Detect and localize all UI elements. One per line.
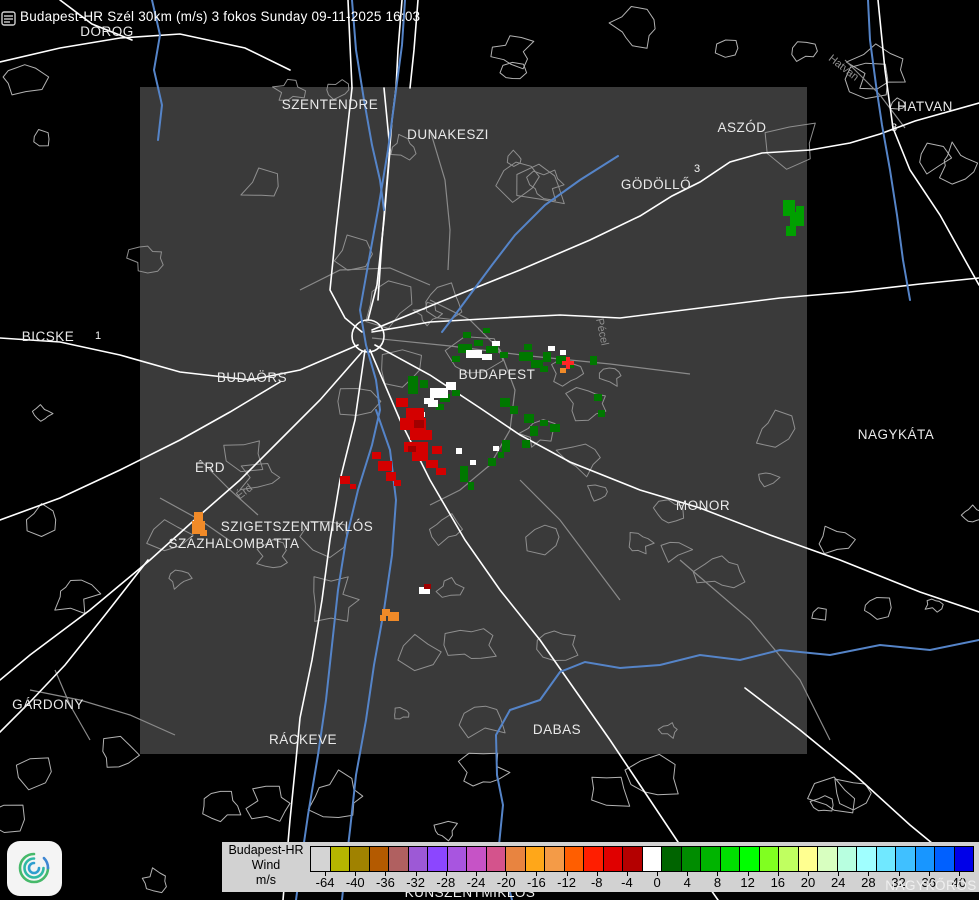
city-label: NAGYKÁTA bbox=[858, 427, 935, 442]
colorbar-bin bbox=[721, 847, 741, 871]
tick-label: 24 bbox=[831, 875, 845, 890]
colorbar-bin bbox=[526, 847, 546, 871]
city-label: SZIGETSZENTMIKLÓS bbox=[221, 519, 374, 534]
tick-label: -36 bbox=[376, 875, 395, 890]
colorbar-bin bbox=[428, 847, 448, 871]
legend-product: Budapest-HR bbox=[226, 843, 306, 858]
legend-unit: m/s bbox=[226, 873, 306, 888]
weather-app-logo[interactable] bbox=[7, 841, 62, 896]
colorbar-bin bbox=[584, 847, 604, 871]
tick-label: -20 bbox=[497, 875, 516, 890]
wind-colorbar bbox=[310, 846, 974, 872]
tick-label: -40 bbox=[346, 875, 365, 890]
colorbar-bin bbox=[623, 847, 643, 871]
tick-label: 4 bbox=[684, 875, 691, 890]
colorbar-bin bbox=[662, 847, 682, 871]
colorbar-bin bbox=[370, 847, 390, 871]
colorbar-bin bbox=[389, 847, 409, 871]
tick-label: -32 bbox=[406, 875, 425, 890]
city-label: SZÁZHALOMBATTA bbox=[168, 536, 299, 551]
colorbar-bin bbox=[955, 847, 974, 871]
tick-label: 20 bbox=[801, 875, 815, 890]
wind-legend: Budapest-HR Wind m/s -64-40-36-32-28-24-… bbox=[222, 842, 979, 892]
colorbar-bin bbox=[467, 847, 487, 871]
tick-label: 12 bbox=[740, 875, 754, 890]
city-label: BUDAÖRS bbox=[217, 370, 287, 385]
tick-label: 8 bbox=[714, 875, 721, 890]
colorbar-bin bbox=[760, 847, 780, 871]
colorbar-bin bbox=[350, 847, 370, 871]
tick-label: -4 bbox=[621, 875, 633, 890]
colorbar-bin bbox=[818, 847, 838, 871]
colorbar-bin bbox=[935, 847, 955, 871]
swirl-icon bbox=[7, 841, 62, 896]
city-label: DOROG bbox=[80, 24, 134, 39]
colorbar-bin bbox=[916, 847, 936, 871]
radar-map[interactable]: DOROG SZENTENDRE DUNAKESZI ASZÓD HATVAN GÖDÖL… bbox=[0, 0, 979, 900]
colorbar-bin bbox=[682, 847, 702, 871]
city-label: HATVAN bbox=[897, 99, 953, 114]
tick-label: -8 bbox=[591, 875, 603, 890]
city-label: DUNAKESZI bbox=[407, 127, 489, 142]
colorbar-bin bbox=[604, 847, 624, 871]
road-number-label: 3 bbox=[891, 122, 897, 134]
colorbar-bin bbox=[487, 847, 507, 871]
radar-coverage-area bbox=[140, 87, 807, 754]
colorbar-bin bbox=[506, 847, 526, 871]
legend-quantity: Wind bbox=[226, 858, 306, 873]
road-number-label: 1 bbox=[95, 330, 101, 342]
colorbar-bin bbox=[565, 847, 585, 871]
city-label: RÁCKEVE bbox=[269, 732, 337, 747]
colorbar-bin bbox=[545, 847, 565, 871]
legend-info: Budapest-HR Wind m/s bbox=[226, 843, 306, 888]
city-label: GÖDÖLLŐ bbox=[621, 177, 691, 192]
tick-label: -16 bbox=[527, 875, 546, 890]
city-label: SZENTENDRE bbox=[282, 97, 379, 112]
colorbar-bin bbox=[448, 847, 468, 871]
tick-label: -28 bbox=[436, 875, 455, 890]
colorbar-bin bbox=[838, 847, 858, 871]
tick-label: 0 bbox=[653, 875, 660, 890]
city-label: ASZÓD bbox=[717, 120, 766, 135]
map-title: Budapest-HR Szél 30km (m/s) 3 fokos Sund… bbox=[20, 9, 420, 24]
city-label: NAGYKŐRÖS bbox=[885, 878, 977, 893]
colorbar-bin bbox=[857, 847, 877, 871]
city-label: BICSKE bbox=[22, 329, 75, 344]
colorbar-bin bbox=[740, 847, 760, 871]
tick-label: -24 bbox=[467, 875, 486, 890]
city-label: MONOR bbox=[676, 498, 730, 513]
colorbar-ticks: -64-40-36-32-28-24-20-16-12-8-4048121620… bbox=[310, 870, 974, 890]
colorbar-bin bbox=[799, 847, 819, 871]
colorbar-bin bbox=[643, 847, 663, 871]
colorbar-bin bbox=[409, 847, 429, 871]
tick-label: -12 bbox=[557, 875, 576, 890]
road-number-label: 3 bbox=[694, 163, 700, 175]
colorbar-bin bbox=[896, 847, 916, 871]
colorbar-bin bbox=[331, 847, 351, 871]
city-label: ÉRD bbox=[195, 460, 225, 475]
colorbar-bin bbox=[701, 847, 721, 871]
city-label: DABAS bbox=[533, 722, 581, 737]
map-canvas bbox=[0, 0, 979, 900]
city-label: BUDAPEST bbox=[459, 367, 536, 382]
city-label: GÁRDONY bbox=[12, 697, 84, 712]
colorbar-bin bbox=[877, 847, 897, 871]
site-logo-icon[interactable] bbox=[1, 10, 18, 27]
tick-label: 28 bbox=[861, 875, 875, 890]
colorbar-bin bbox=[779, 847, 799, 871]
tick-label: -64 bbox=[316, 875, 335, 890]
tick-label: 16 bbox=[771, 875, 785, 890]
colorbar-bin bbox=[311, 847, 331, 871]
